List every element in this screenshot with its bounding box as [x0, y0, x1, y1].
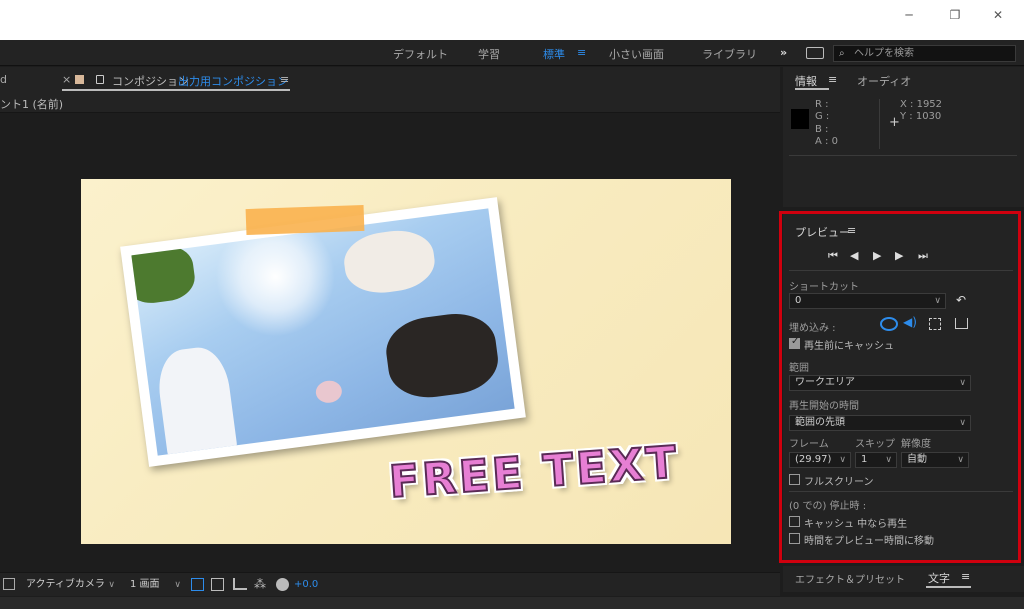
- flowchart-icon[interactable]: ⁂: [254, 577, 266, 591]
- search-icon: ⌕: [839, 48, 845, 59]
- workspace-default[interactable]: デフォルト: [393, 46, 448, 62]
- effects-character-tabbar: エフェクト＆プリセット 文字 ≡: [783, 566, 1024, 592]
- view-layout-dropdown[interactable]: 1 画面 ∨: [124, 577, 186, 593]
- composition-tabbar: d × コンポジション 出力用コンポジション ≡: [0, 67, 780, 93]
- view-layout-value: 1 画面: [130, 579, 160, 590]
- chevron-down-icon: ∨: [108, 580, 115, 590]
- crosshair-icon: +: [889, 115, 900, 130]
- color-swatch: [791, 109, 809, 129]
- exposure-value[interactable]: +0.0: [294, 579, 318, 590]
- comp-tab-menu-icon[interactable]: ≡: [280, 73, 289, 86]
- info-menu-icon[interactable]: ≡: [828, 73, 837, 86]
- workspace-small-screen[interactable]: 小さい画面: [609, 46, 664, 62]
- search-placeholder: ヘルプを検索: [854, 48, 914, 59]
- camera-view-dropdown[interactable]: アクティブカメラ ∨: [20, 577, 120, 593]
- info-panel: 情報 ≡ オーディオ R : G : B : A : 0 + X : 1952 …: [783, 67, 1024, 207]
- effects-presets-tab[interactable]: エフェクト＆プリセット: [795, 571, 905, 586]
- exposure-reset-icon[interactable]: [276, 578, 289, 591]
- close-tab-icon[interactable]: ×: [62, 73, 71, 86]
- workspace-libraries[interactable]: ライブラリ: [702, 46, 757, 62]
- guest-dress: [340, 226, 438, 298]
- lock-icon[interactable]: [96, 75, 104, 84]
- g-readout: G :: [815, 111, 830, 122]
- workspace-learn[interactable]: 学習: [478, 46, 500, 62]
- comp-viewer-toolbar: アクティブカメラ ∨ 1 画面 ∨ ⁂ +0.0: [0, 572, 780, 596]
- tree-foliage: [131, 242, 198, 307]
- comp-color-swatch-icon: [75, 75, 84, 84]
- help-search-input[interactable]: ⌕ ヘルプを検索: [833, 45, 1016, 62]
- active-tab-underline: [795, 88, 829, 90]
- restore-button[interactable]: ❐: [932, 0, 978, 30]
- active-tab-underline: [926, 586, 971, 588]
- chevron-down-icon: ∨: [174, 580, 181, 590]
- workspace-menu-icon[interactable]: ≡: [577, 46, 586, 59]
- guest-dark-dress: [382, 308, 502, 403]
- workspace-overflow-icon[interactable]: »: [780, 46, 787, 59]
- left-tab-fragment[interactable]: d: [0, 73, 7, 86]
- workspace-settings-icon[interactable]: [806, 47, 824, 59]
- character-menu-icon[interactable]: ≡: [961, 570, 970, 583]
- workspace-bar: デフォルト 学習 標準 ≡ 小さい画面 ライブラリ » ⌕ ヘルプを検索: [0, 40, 1024, 66]
- info-separator: [789, 155, 1017, 156]
- timeline-icon[interactable]: [233, 578, 247, 590]
- bouquet: [314, 379, 344, 405]
- workspace-standard[interactable]: 標準: [543, 46, 565, 62]
- free-text-layer[interactable]: FREE TEXT: [387, 436, 682, 509]
- breadcrumb-text[interactable]: ント1 (名前): [0, 96, 63, 112]
- photo-image: [131, 208, 515, 456]
- active-tab-underline: [62, 89, 290, 91]
- comp-tab-name[interactable]: 出力用コンポジション: [178, 73, 288, 89]
- r-readout: R :: [815, 99, 829, 110]
- camera-view-value: アクティブカメラ: [26, 579, 105, 590]
- timeline-tab-strip: [0, 597, 1024, 609]
- comp-breadcrumb: ント1 (名前): [0, 93, 780, 113]
- highlight-frame: [779, 211, 1021, 563]
- composition-panel: d × コンポジション 出力用コンポジション ≡ ント1 (名前) FREE T…: [0, 67, 780, 597]
- a-readout: A : 0: [815, 136, 838, 147]
- composition-frame[interactable]: FREE TEXT: [81, 179, 731, 544]
- x-readout: X : 1952: [900, 99, 943, 110]
- fast-preview-icon[interactable]: [211, 578, 224, 591]
- info-tab[interactable]: 情報: [795, 73, 817, 89]
- b-readout: B :: [815, 124, 829, 135]
- wedding-photo: [120, 197, 526, 467]
- minimize-button[interactable]: ─: [886, 0, 932, 30]
- window-titlebar: ─ ❐ ✕: [0, 0, 1024, 40]
- close-window-button[interactable]: ✕: [975, 0, 1021, 30]
- y-readout: Y : 1030: [900, 111, 942, 122]
- audio-tab[interactable]: オーディオ: [857, 73, 911, 89]
- pixel-aspect-icon[interactable]: [191, 578, 204, 591]
- masking-tape: [245, 204, 365, 236]
- character-tab[interactable]: 文字: [928, 570, 950, 586]
- info-divider: [879, 99, 880, 149]
- bride-dress: [154, 344, 239, 456]
- grid-icon[interactable]: [3, 578, 15, 590]
